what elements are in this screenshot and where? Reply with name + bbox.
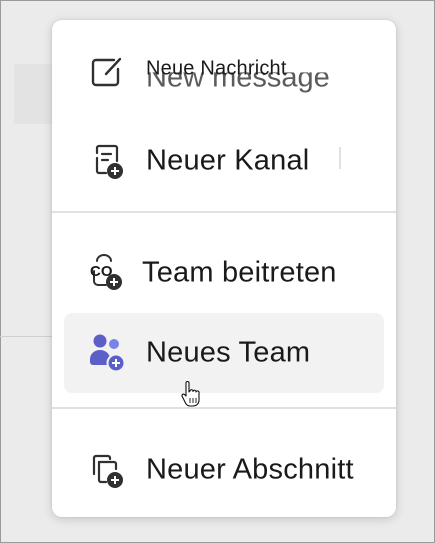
join-team-icon: CO xyxy=(82,251,126,295)
menu-item-label: Neues Team xyxy=(146,336,311,369)
menu-divider xyxy=(52,211,396,213)
menu-item-new-channel[interactable]: Neuer Kanal xyxy=(64,121,384,201)
menu-item-label: Neuer Abschnitt xyxy=(146,453,354,486)
menu-item-new-section[interactable]: Neuer Abschnitt xyxy=(64,430,384,510)
hand-pointer-cursor-icon xyxy=(180,380,200,408)
new-section-icon xyxy=(84,448,128,492)
menu-item-label: Neue Nachricht xyxy=(146,57,287,80)
background-divider xyxy=(0,336,52,337)
menu-item-new-team[interactable]: Neues Team xyxy=(64,313,384,393)
divider-stub xyxy=(339,147,341,169)
menu-item-label: Team beitreten xyxy=(142,256,337,289)
join-team-icon-text: CO xyxy=(90,263,113,280)
new-team-icon xyxy=(84,331,128,375)
background-panel xyxy=(14,64,52,124)
menu-item-join-team[interactable]: CO Team beitreten xyxy=(64,233,384,313)
menu-divider xyxy=(52,407,396,409)
menu-item-label: Neuer Kanal xyxy=(146,144,310,177)
compose-icon xyxy=(84,50,128,94)
menu-item-new-message[interactable]: New message Neue Nachricht xyxy=(64,32,384,112)
new-items-menu: New message Neue Nachricht Neuer Kanal C… xyxy=(52,20,396,517)
add-channel-icon xyxy=(84,139,128,183)
